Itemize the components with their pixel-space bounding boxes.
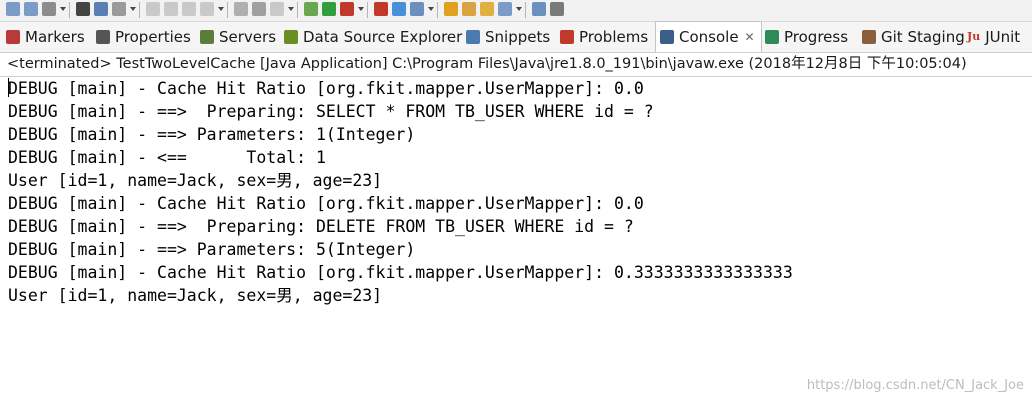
play-icon[interactable]: [322, 2, 336, 16]
refresh-icon[interactable]: [252, 2, 266, 16]
edit-icon[interactable]: [462, 2, 476, 16]
dropdown-arrow-icon[interactable]: [428, 7, 434, 11]
properties-icon: [96, 30, 110, 44]
console-line: DEBUG [main] - ==> Parameters: 5(Integer…: [8, 240, 416, 259]
snippets-icon: [466, 30, 480, 44]
toolbar-separator: [69, 2, 70, 18]
dropdown-arrow-icon[interactable]: [60, 7, 66, 11]
tab-servers[interactable]: Servers: [200, 22, 276, 52]
toolbar-separator: [227, 2, 228, 18]
console-icon: [660, 30, 674, 44]
toolbar-separator: [297, 2, 298, 18]
person-icon[interactable]: [76, 2, 90, 16]
new-dropdown-icon[interactable]: [374, 2, 388, 16]
build-icon[interactable]: [182, 2, 196, 16]
tab-label: Data Source Explorer: [303, 28, 463, 46]
new-icon[interactable]: [340, 2, 354, 16]
console-output[interactable]: DEBUG [main] - Cache Hit Ratio [org.fkit…: [0, 76, 1032, 402]
package-icon[interactable]: [94, 2, 108, 16]
tab-snippets[interactable]: Snippets: [466, 22, 550, 52]
bug-icon[interactable]: [304, 2, 318, 16]
print-icon[interactable]: [42, 2, 56, 16]
tab-git-staging[interactable]: Git Staging: [862, 22, 965, 52]
toolbar-separator: [367, 2, 368, 18]
dropdown-arrow-icon[interactable]: [358, 7, 364, 11]
junit-icon: Ju: [967, 30, 981, 43]
problems-icon: [560, 30, 574, 44]
stop-icon[interactable]: [164, 2, 178, 16]
tool-icon[interactable]: [270, 2, 284, 16]
open-icon[interactable]: [480, 2, 494, 16]
save-icon[interactable]: [6, 2, 20, 16]
tab-junit[interactable]: Ju JUnit: [967, 22, 1020, 52]
view-tab-bar: Markers Properties Servers Data Source Expl…: [0, 21, 1032, 53]
cloud-icon[interactable]: [392, 2, 406, 16]
console-lines: DEBUG [main] - Cache Hit Ratio [org.fkit…: [0, 77, 1032, 307]
up-icon[interactable]: [550, 2, 564, 16]
tab-console[interactable]: Console ✕: [655, 21, 762, 52]
pin-icon[interactable]: [112, 2, 126, 16]
back-icon[interactable]: [532, 2, 546, 16]
dropdown-arrow-icon[interactable]: [130, 7, 136, 11]
tab-markers[interactable]: Markers: [6, 22, 85, 52]
link-icon[interactable]: [498, 2, 512, 16]
tab-label: Problems: [579, 28, 649, 46]
tab-properties[interactable]: Properties: [96, 22, 191, 52]
progress-icon: [765, 30, 779, 44]
tab-problems[interactable]: Problems: [560, 22, 648, 52]
console-line: DEBUG [main] - <== Total: 1: [8, 148, 326, 167]
tab-label: Snippets: [485, 28, 551, 46]
settings-icon[interactable]: [410, 2, 424, 16]
console-line: DEBUG [main] - Cache Hit Ratio [org.fkit…: [8, 194, 644, 213]
console-line: User [id=1, name=Jack, sex=男, age=23]: [8, 286, 383, 305]
tab-label: JUnit: [985, 28, 1021, 46]
text-caret: [8, 78, 9, 97]
git-icon: [862, 30, 876, 44]
debug-icon[interactable]: [200, 2, 214, 16]
main-toolbar: [0, 0, 1032, 22]
console-line: DEBUG [main] - ==> Parameters: 1(Integer…: [8, 125, 416, 144]
tab-label: Console: [679, 28, 739, 46]
watermark: https://blog.csdn.net/CN_Jack_Joe: [806, 378, 1024, 393]
tab-data-source-explorer[interactable]: Data Source Explorer: [284, 22, 462, 52]
servers-icon: [200, 30, 214, 44]
search-icon[interactable]: [234, 2, 248, 16]
console-line: DEBUG [main] - Cache Hit Ratio [org.fkit…: [8, 79, 644, 98]
folder-icon[interactable]: [444, 2, 458, 16]
toolbar-separator: [139, 2, 140, 18]
tab-label: Progress: [784, 28, 849, 46]
console-line: DEBUG [main] - ==> Preparing: SELECT * F…: [8, 102, 654, 121]
datasource-icon: [284, 30, 298, 44]
console-line: User [id=1, name=Jack, sex=男, age=23]: [8, 171, 383, 190]
toolbar-separator: [525, 2, 526, 18]
tab-label: Git Staging: [881, 28, 965, 46]
console-line: DEBUG [main] - Cache Hit Ratio [org.fkit…: [8, 263, 793, 282]
console-line: DEBUG [main] - ==> Preparing: DELETE FRO…: [8, 217, 634, 236]
tab-label: Properties: [115, 28, 191, 46]
toolbar-separator: [437, 2, 438, 18]
dropdown-arrow-icon[interactable]: [516, 7, 522, 11]
dropdown-arrow-icon[interactable]: [288, 7, 294, 11]
markers-icon: [6, 30, 20, 44]
tab-label: Servers: [219, 28, 277, 46]
dropdown-arrow-icon[interactable]: [218, 7, 224, 11]
close-icon[interactable]: ✕: [745, 30, 755, 44]
console-status-header: <terminated> TestTwoLevelCache [Java App…: [0, 53, 1032, 75]
run-icon[interactable]: [146, 2, 160, 16]
save-all-icon[interactable]: [24, 2, 38, 16]
tab-progress[interactable]: Progress: [765, 22, 848, 52]
tab-label: Markers: [25, 28, 85, 46]
